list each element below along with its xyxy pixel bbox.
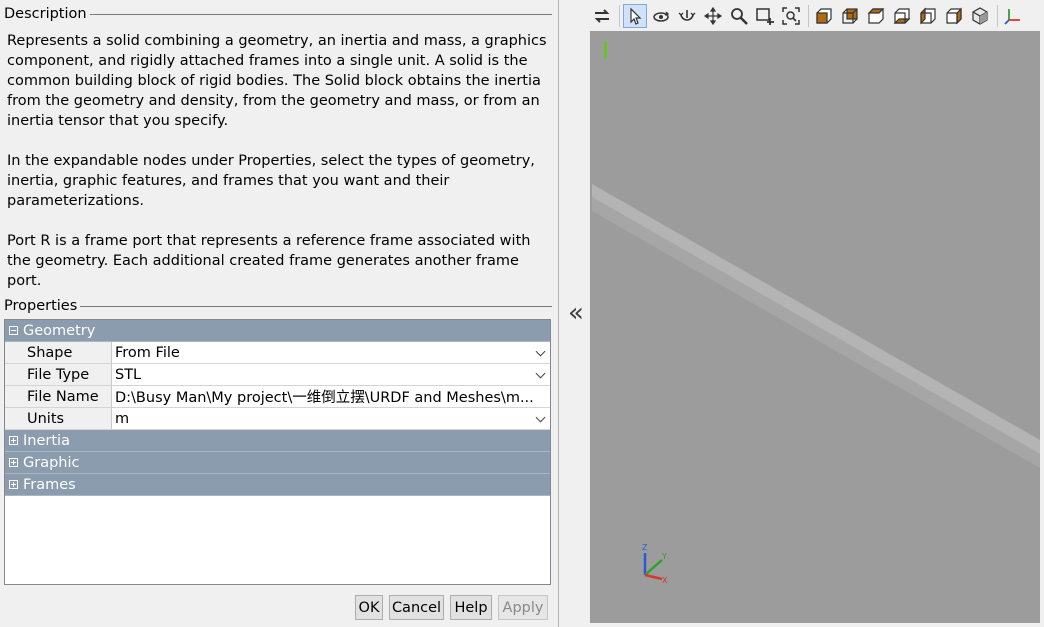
select-arrow-icon[interactable] [623, 3, 647, 28]
solid-top-face [592, 184, 1040, 454]
property-label: Shape [5, 342, 112, 363]
apply-button[interactable]: Apply [498, 595, 548, 620]
z-axis-label: Z [642, 543, 648, 552]
units-value: m [115, 410, 130, 427]
isometric-view-icon[interactable] [968, 4, 992, 28]
toolbar-separator [808, 4, 809, 27]
description-title: Description [4, 6, 87, 22]
chevron-down-icon[interactable] [534, 365, 550, 385]
property-row-shape: Shape From File [5, 342, 550, 364]
chevron-down-icon[interactable] [534, 409, 550, 429]
description-paragraph: In the expandable nodes under Properties… [7, 153, 535, 209]
file-name-field[interactable]: D:\Busy Man\My project\一维倒立摆\URDF and Me… [112, 386, 550, 407]
shape-value: From File [115, 344, 180, 361]
units-dropdown[interactable]: m [112, 408, 550, 429]
ok-button[interactable]: OK [355, 595, 383, 620]
zoom-box-icon[interactable] [753, 4, 777, 28]
double-chevron-left-icon[interactable]: « [562, 298, 590, 328]
toolbar-separator [997, 4, 998, 27]
property-label: Units [5, 408, 112, 429]
y-axis [644, 559, 663, 576]
roll-icon[interactable] [675, 4, 699, 28]
back-view-icon[interactable] [838, 4, 862, 28]
view-indicator [604, 41, 607, 59]
cancel-button[interactable]: Cancel [389, 595, 444, 620]
section-frames-label: Frames [23, 476, 76, 493]
left-view-icon[interactable] [864, 4, 888, 28]
toolbar-separator [619, 4, 620, 27]
3d-viewport[interactable]: Z Y X [590, 31, 1040, 623]
file-name-value: D:\Busy Man\My project\一维倒立摆\URDF and Me… [115, 390, 534, 406]
right-view-icon[interactable] [890, 4, 914, 28]
property-label: File Name [5, 386, 112, 407]
solid-side-face [592, 197, 1040, 468]
description-text: Represents a solid combining a geometry,… [7, 31, 549, 291]
swap-icon[interactable] [590, 4, 614, 28]
expand-plus-icon[interactable] [9, 436, 18, 445]
section-frames[interactable]: Frames [5, 474, 550, 496]
rotate-icon[interactable] [649, 4, 673, 28]
block-parameters-panel: Description Represents a solid combining… [0, 0, 558, 627]
expand-plus-icon[interactable] [9, 458, 18, 467]
axes-triad: Z Y X [642, 543, 668, 585]
top-view-icon[interactable] [916, 4, 940, 28]
pan-icon[interactable] [701, 4, 725, 28]
section-geometry-label: Geometry [23, 322, 96, 339]
shape-dropdown[interactable]: From File [112, 342, 550, 363]
help-button[interactable]: Help [450, 595, 492, 620]
section-inertia-label: Inertia [23, 432, 70, 449]
panel-splitter[interactable]: « [558, 0, 590, 627]
properties-group-title: Properties [4, 297, 552, 315]
section-geometry[interactable]: Geometry [5, 320, 550, 342]
description-paragraph: Port R is a frame port that represents a… [7, 233, 531, 289]
property-row-file-type: File Type STL [5, 364, 550, 386]
property-row-file-name: File Name D:\Busy Man\My project\一维倒立摆\U… [5, 386, 550, 408]
property-label: File Type [5, 364, 112, 385]
collapse-minus-icon[interactable] [9, 326, 18, 335]
description-group-title: Description [4, 5, 552, 23]
properties-tree-table: Geometry Shape From File File Type STL F… [4, 319, 551, 585]
file-type-value: STL [115, 366, 142, 383]
description-divider [89, 14, 552, 15]
bottom-view-icon[interactable] [942, 4, 966, 28]
expand-plus-icon[interactable] [9, 480, 18, 489]
properties-title: Properties [4, 298, 78, 314]
viewer-toolbar [590, 0, 1044, 31]
x-axis-label: X [662, 576, 668, 585]
section-inertia[interactable]: Inertia [5, 430, 550, 452]
section-graphic-label: Graphic [23, 454, 80, 471]
properties-divider [80, 306, 552, 307]
y-axis-label: Y [661, 552, 667, 561]
file-type-dropdown[interactable]: STL [112, 364, 550, 385]
description-paragraph: Represents a solid combining a geometry,… [7, 33, 547, 129]
chevron-down-icon[interactable] [534, 343, 550, 363]
section-graphic[interactable]: Graphic [5, 452, 550, 474]
fit-to-view-icon[interactable] [779, 4, 803, 28]
axes-triad-icon[interactable] [1001, 4, 1025, 28]
zoom-icon[interactable] [727, 4, 751, 28]
front-view-icon[interactable] [812, 4, 836, 28]
x-axis [644, 573, 663, 581]
property-row-units: Units m [5, 408, 550, 430]
solid-geometry-render [592, 184, 1040, 468]
